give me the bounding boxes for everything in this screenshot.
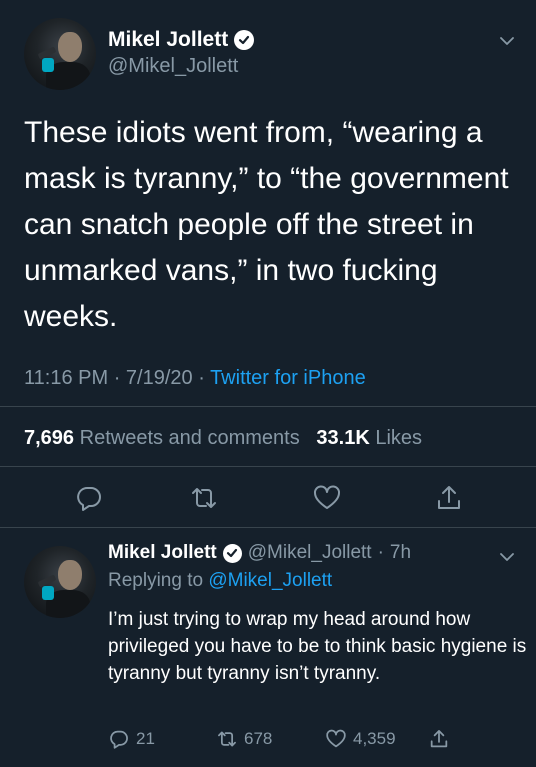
engagement-stats: 7,696 Retweets and comments 33.1K Likes xyxy=(24,427,422,450)
tweet-source[interactable]: Twitter for iPhone xyxy=(210,367,366,389)
mention-link[interactable]: @Mikel_Jollett xyxy=(208,570,332,591)
likes-count: 33.1K xyxy=(316,427,370,449)
likes-stat[interactable]: 33.1K Likes xyxy=(316,427,422,449)
author-block: Mikel Jollett @Mikel_Jollett xyxy=(108,28,255,78)
retweets-count: 7,696 xyxy=(24,427,75,449)
author-name[interactable]: Mikel Jollett xyxy=(108,28,228,52)
chevron-down-icon[interactable] xyxy=(498,32,516,50)
author-name[interactable]: Mikel Jollett xyxy=(108,542,217,564)
author-handle[interactable]: @Mikel_Jollett xyxy=(248,542,372,564)
retweet-icon[interactable] xyxy=(187,481,221,515)
share-icon[interactable] xyxy=(432,481,466,515)
likes-label: Likes xyxy=(375,427,423,449)
verified-badge-icon xyxy=(234,30,255,50)
like-button[interactable]: 4,359 xyxy=(325,728,396,750)
reply-header: Mikel Jollett @Mikel_Jollett · 7h xyxy=(108,542,412,564)
verified-badge-icon xyxy=(222,543,242,563)
retweets-stat[interactable]: 7,696 Retweets and comments xyxy=(24,427,305,449)
like-icon xyxy=(326,729,346,748)
retweet-icon xyxy=(218,731,236,747)
retweets-label: Retweets and comments xyxy=(79,427,300,449)
divider xyxy=(0,466,536,467)
main-tweet: Mikel Jollett @Mikel_Jollett These idiot… xyxy=(0,0,536,527)
avatar[interactable] xyxy=(24,18,96,90)
reply-tweet[interactable]: Mikel Jollett @Mikel_Jollett · 7h Replyi… xyxy=(0,528,536,767)
retweet-button[interactable]: 678 xyxy=(216,728,272,750)
like-icon[interactable] xyxy=(310,481,344,515)
tweet-text: These idiots went from, “wearing a mask … xyxy=(24,116,509,333)
share-icon xyxy=(430,730,448,748)
tweet-meta: 11:16 PM · 7/19/20 · Twitter for iPhone xyxy=(24,367,366,389)
replying-to: Replying to @Mikel_Jollett xyxy=(108,570,332,592)
share-button[interactable] xyxy=(428,728,450,750)
reply-icon[interactable] xyxy=(72,481,106,515)
reply-button[interactable]: 21 xyxy=(108,728,155,750)
tweet-time[interactable]: 11:16 PM xyxy=(24,367,108,389)
retweet-count: 678 xyxy=(244,729,273,748)
like-count: 4,359 xyxy=(353,729,396,748)
tweet-text: I’m just trying to wrap my head around h… xyxy=(108,609,527,684)
divider xyxy=(0,406,536,407)
tweet-time-ago[interactable]: 7h xyxy=(390,542,411,564)
replying-label: Replying to xyxy=(108,570,204,591)
tweet-date[interactable]: 7/19/20 xyxy=(126,367,193,389)
author-handle[interactable]: @Mikel_Jollett xyxy=(108,55,254,78)
chevron-down-icon[interactable] xyxy=(498,548,516,566)
reply-count: 21 xyxy=(136,729,155,748)
avatar[interactable] xyxy=(24,546,96,618)
reply-icon xyxy=(110,730,128,749)
